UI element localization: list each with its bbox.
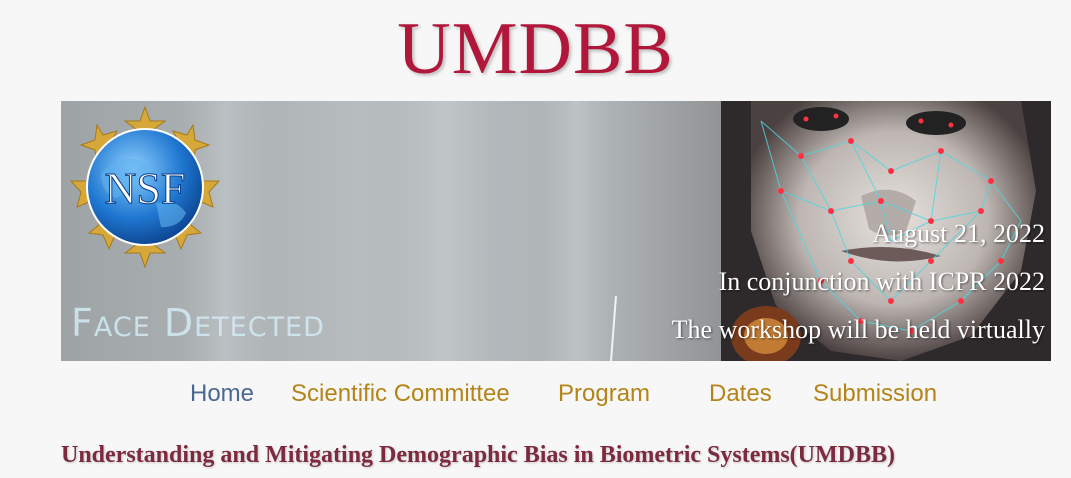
nav-scientific-committee[interactable]: Scientific Committee — [291, 376, 510, 412]
nav-submission[interactable]: Submission — [813, 376, 937, 412]
workshop-full-title: Understanding and Mitigating Demographic… — [61, 442, 895, 468]
face-detected-label: Face Detected — [71, 301, 325, 345]
workshop-date: August 21, 2022 — [872, 219, 1045, 248]
nav-home[interactable]: Home — [190, 376, 254, 412]
nsf-logo-text: NSF — [105, 164, 186, 213]
site-title: UMDBB — [397, 8, 674, 90]
virtual-note: The workshop will be held virtually — [671, 315, 1045, 344]
nsf-logo: NSF — [69, 105, 221, 269]
header-banner: NSF Face Detected August 21, 2022 In con… — [61, 101, 1051, 361]
nav-dates[interactable]: Dates — [709, 376, 772, 412]
nav-program[interactable]: Program — [558, 376, 650, 412]
main-navigation: Home Scientific Committee Program Dates … — [0, 376, 1071, 412]
conjunction-note: In conjunction with ICPR 2022 — [718, 267, 1045, 296]
